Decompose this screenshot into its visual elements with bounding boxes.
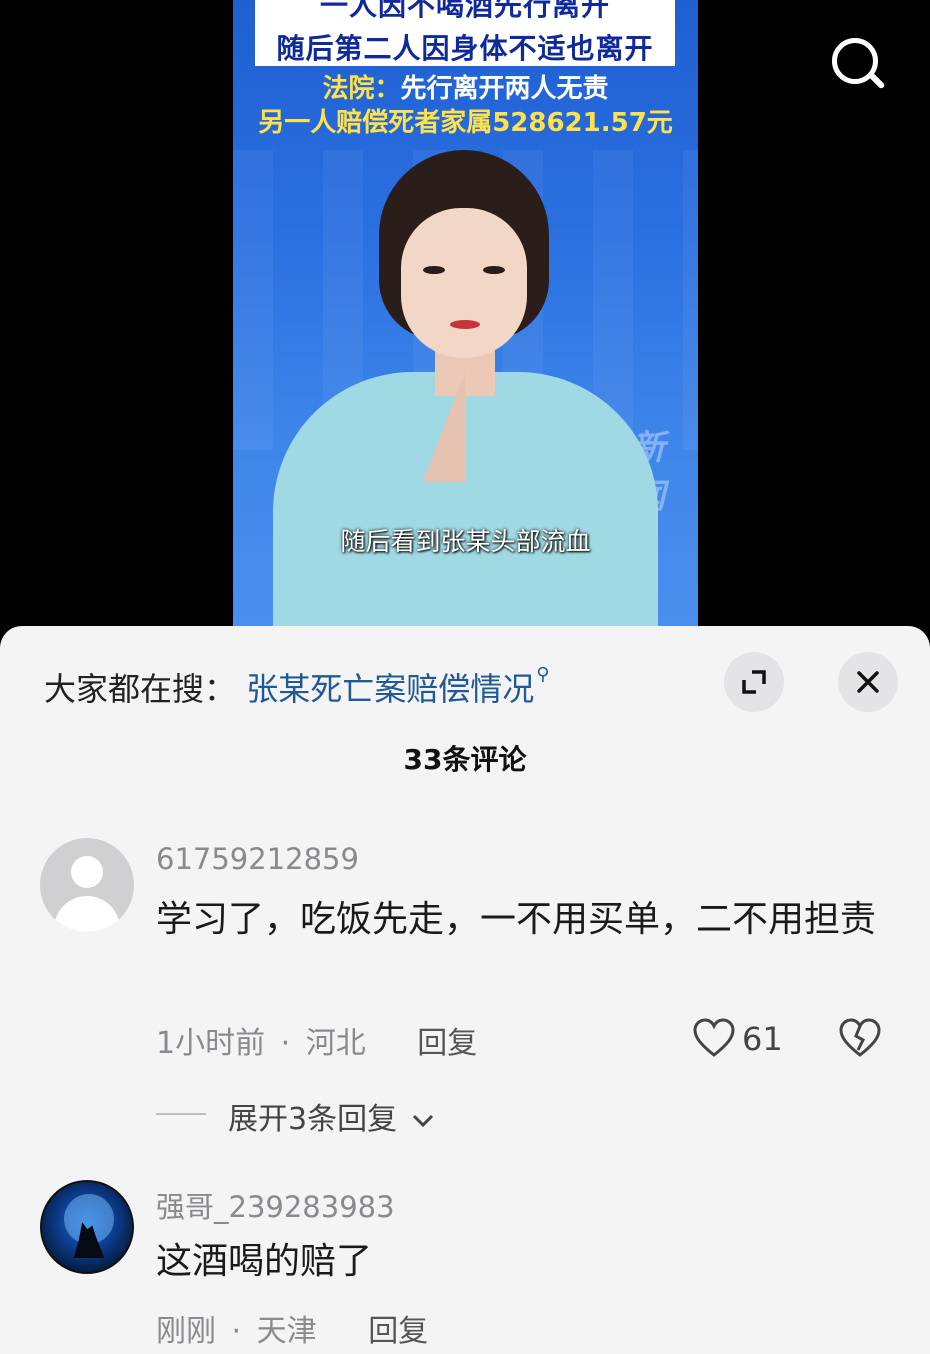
close-button[interactable]: [838, 652, 898, 712]
expand-replies-label: 展开3条回复: [228, 1102, 398, 1137]
close-icon: [857, 671, 879, 693]
search-icon[interactable]: [828, 34, 888, 94]
comment-sheet: 大家都在搜： 张某死亡案赔偿情况 ⚲ 33条评论 61759212859 学习了，…: [0, 626, 930, 1354]
headline-banner: 一人因不喝酒先行离开 随后第二人因身体不适也离开: [255, 0, 675, 66]
reply-button[interactable]: 回复: [368, 1314, 428, 1349]
verdict-label: 法院：: [322, 74, 401, 104]
expand-icon: [742, 670, 766, 694]
trending-search[interactable]: 大家都在搜： 张某死亡案赔偿情况 ⚲: [44, 664, 549, 710]
broken-heart-icon: [839, 1018, 881, 1057]
comment-text: 学习了，吃饭先走，一不用买单，二不用担责: [156, 899, 877, 940]
comment-count: 33条评论: [403, 743, 527, 776]
comment-time: 刚刚: [156, 1314, 216, 1349]
verdict-line-2: 另一人赔偿死者家属528621.57元: [258, 108, 673, 138]
comment-location: 河北: [305, 1026, 366, 1061]
divider-dash: [156, 1113, 206, 1115]
video-subtitle: 随后看到张某头部流血: [340, 527, 591, 556]
trending-prefix: 大家都在搜：: [44, 670, 237, 708]
news-anchor-figure: [233, 150, 698, 640]
heart-icon: [693, 1018, 735, 1057]
comment-location: 天津: [256, 1314, 317, 1349]
comment-username[interactable]: 61759212859: [156, 842, 359, 876]
verdict-text: 先行离开两人无责: [400, 74, 609, 104]
reply-button[interactable]: 回复: [417, 1026, 477, 1061]
avatar[interactable]: [40, 838, 134, 932]
search-small-icon: ⚲: [536, 664, 550, 685]
verdict-line-1: 法院：先行离开两人无责: [233, 68, 698, 105]
comment-meta: 1小时前 · 河北 回复: [156, 1026, 478, 1061]
trending-query-link[interactable]: 张某死亡案赔偿情况: [246, 670, 534, 708]
expand-button[interactable]: [724, 652, 784, 712]
headline-line-2: 随后第二人因身体不适也离开: [276, 32, 654, 65]
headline-line-1: 一人因不喝酒先行离开: [319, 0, 610, 22]
comment-item: 强哥_239283983 这酒喝的赔了 刚刚 · 天津 回复: [0, 1178, 930, 1354]
chevron-down-icon: [412, 1114, 433, 1127]
video-frame: 新闻 一人因不喝酒先行离开 随后第二人因身体不适也离开 法院：先行离开两人无责 …: [233, 0, 698, 640]
avatar[interactable]: [40, 1180, 134, 1274]
like-count: 61: [742, 1020, 783, 1058]
comment-text: 这酒喝的赔了: [156, 1241, 373, 1282]
comment-item: 61759212859 学习了，吃饭先走，一不用买单，二不用担责 1小时前 · …: [0, 836, 930, 1156]
video-player[interactable]: 新闻 一人因不喝酒先行离开 随后第二人因身体不适也离开 法院：先行离开两人无责 …: [0, 0, 930, 640]
comment-meta: 刚刚 · 天津 回复: [156, 1314, 429, 1349]
dislike-button[interactable]: [838, 1018, 882, 1062]
like-button[interactable]: 61: [692, 1018, 792, 1062]
comment-username[interactable]: 强哥_239283983: [156, 1184, 395, 1226]
comment-time: 1小时前: [156, 1026, 266, 1061]
